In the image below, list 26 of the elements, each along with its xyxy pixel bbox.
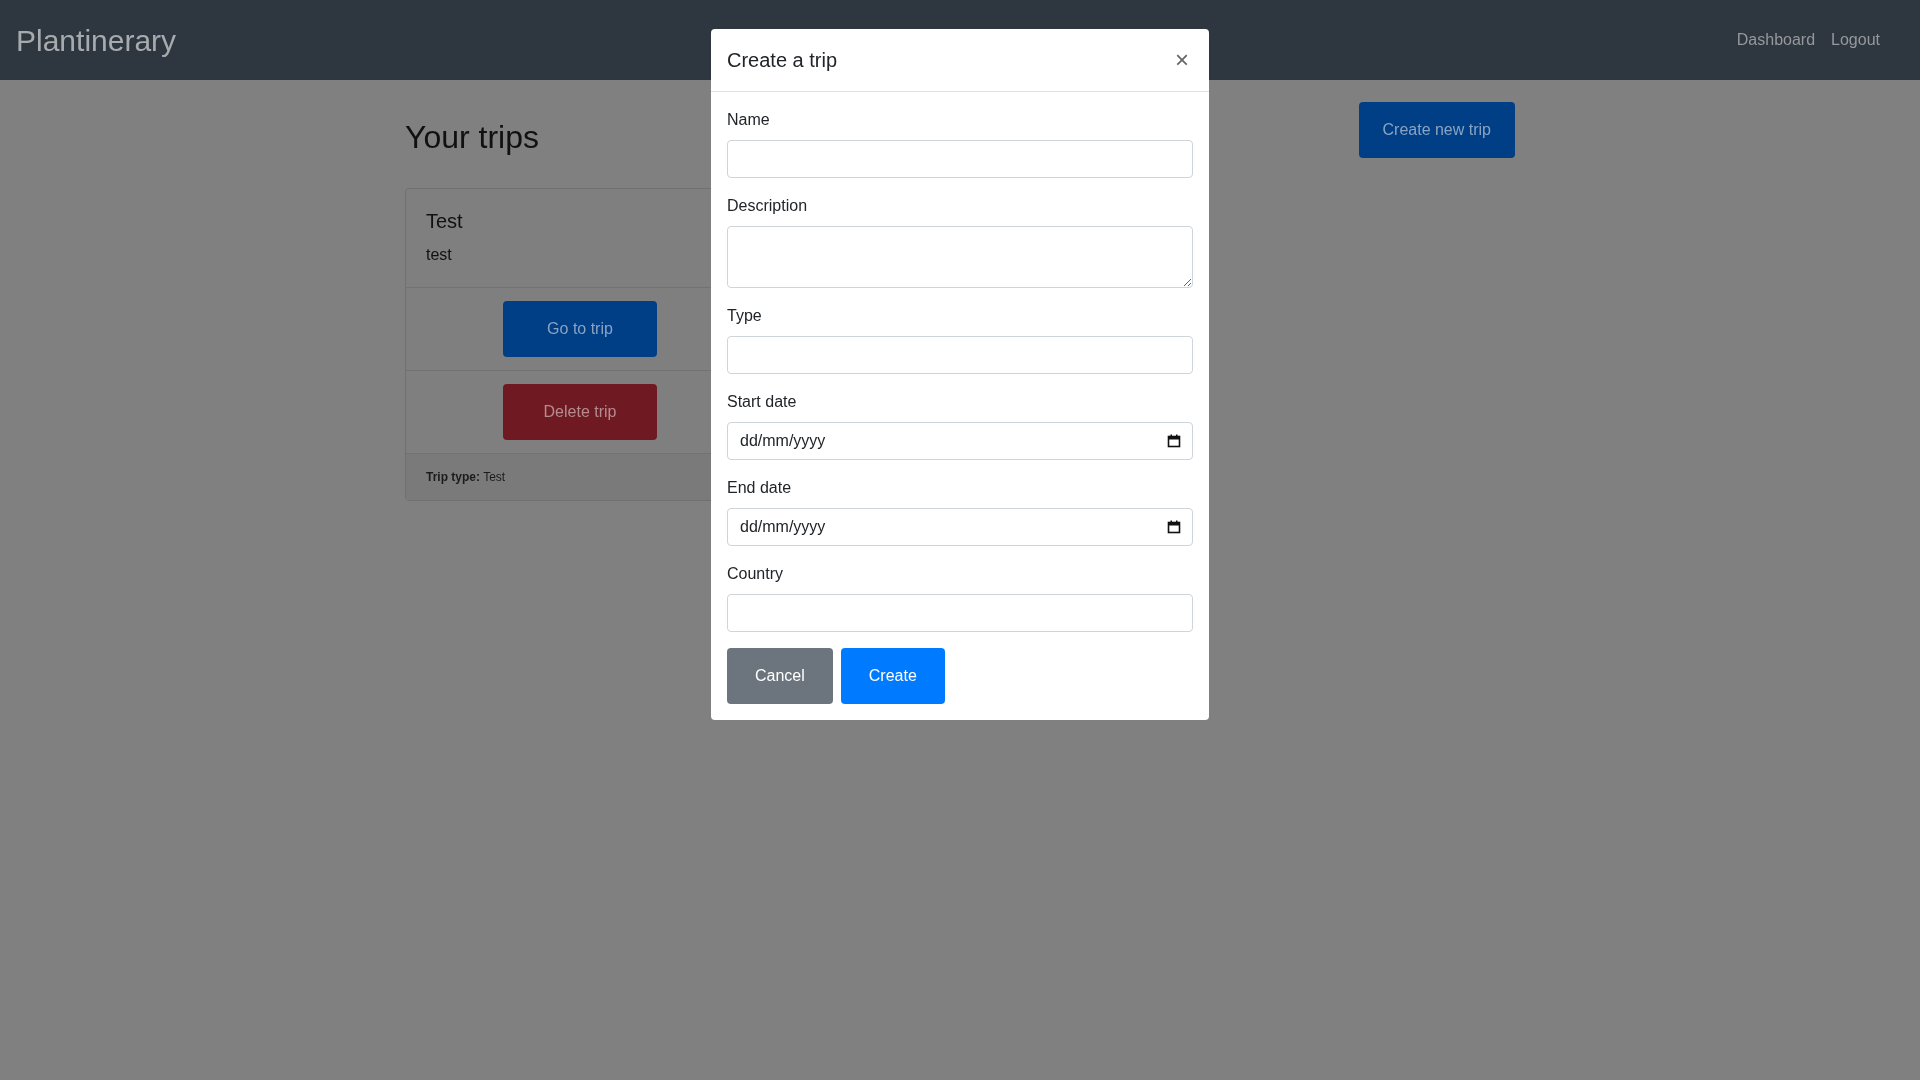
page-heading: Your trips — [405, 118, 539, 157]
text-field[interactable] — [727, 336, 1193, 374]
modal-title: Create a trip — [727, 48, 838, 72]
field-label: Description — [727, 196, 808, 216]
date-field[interactable]: dd/mm/yyyy — [727, 422, 1193, 460]
date-field[interactable]: dd/mm/yyyy — [727, 508, 1193, 546]
text-field[interactable] — [727, 140, 1193, 178]
field-label: Start date — [727, 392, 797, 412]
create-button[interactable]: Create — [840, 648, 945, 704]
calendar-icon[interactable] — [1167, 520, 1181, 534]
delete-trip-button[interactable]: Delete trip — [503, 384, 657, 440]
brand-logo-text[interactable]: Plantinerary — [16, 17, 177, 63]
field-label: Country — [727, 564, 784, 584]
close-button[interactable]: × — [1171, 48, 1193, 72]
trip-description: test — [426, 245, 453, 265]
nav-link[interactable]: Dashboard — [1728, 28, 1824, 52]
nav-link[interactable]: Logout — [1823, 28, 1888, 52]
field-label: Type — [727, 306, 762, 326]
trip-title: Test — [426, 209, 464, 233]
description-field[interactable] — [727, 226, 1193, 288]
go-to-trip-button[interactable]: Go to trip — [503, 301, 657, 357]
field-label: Name — [727, 110, 770, 130]
text-field[interactable] — [727, 594, 1193, 632]
create-new-trip-button[interactable]: Create new trip — [1358, 102, 1515, 158]
cancel-button[interactable]: Cancel — [727, 648, 833, 704]
calendar-icon[interactable] — [1167, 434, 1181, 448]
